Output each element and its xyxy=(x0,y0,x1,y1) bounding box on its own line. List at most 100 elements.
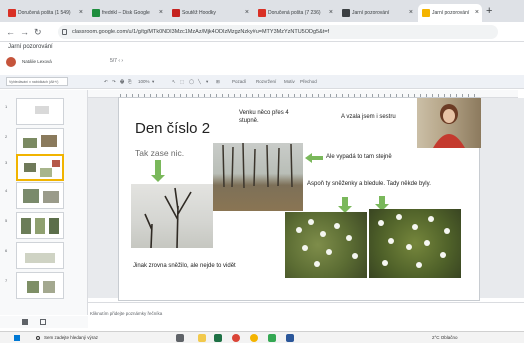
url-text: classroom.google.com/u/1/g/tg/MTk0NDI3Mz… xyxy=(72,29,330,35)
chrome-icon[interactable] xyxy=(250,334,258,342)
windows-start-icon[interactable] xyxy=(14,335,20,341)
thumbnail-image xyxy=(23,138,37,148)
cursor-icon[interactable]: ↖ xyxy=(172,78,176,86)
thumbnail-image xyxy=(43,281,55,293)
tab-label: fredrikl – Disk Google xyxy=(102,10,150,16)
line-icon[interactable]: ╲ xyxy=(198,78,201,86)
site-icon xyxy=(172,9,180,17)
copy-format-icon[interactable]: ⎘ xyxy=(128,78,132,86)
forest-photo[interactable] xyxy=(213,143,303,211)
text-ale-vypada[interactable]: Ale vypadá to tam stejně xyxy=(326,154,392,160)
green-down-arrow[interactable] xyxy=(151,160,165,182)
file-explorer-icon[interactable] xyxy=(198,334,206,342)
close-icon[interactable]: × xyxy=(329,4,333,22)
back-arrow-icon[interactable]: ← xyxy=(6,25,15,39)
forward-arrow-icon[interactable]: → xyxy=(20,25,29,39)
gmail-icon xyxy=(8,9,16,17)
close-icon[interactable]: × xyxy=(245,4,249,22)
browser-tab-bar: Doručená pošta (1 549) × fredrikl – Disk… xyxy=(0,0,524,22)
sister-photo[interactable] xyxy=(417,98,481,148)
browser-tab[interactable]: Soutěž Hoodky × xyxy=(168,4,252,22)
slide-number: 7 xyxy=(5,278,8,283)
url-field[interactable]: classroom.google.com/u/1/g/tg/MTk0NDI3Mz… xyxy=(58,25,498,39)
chrome-icon[interactable] xyxy=(232,334,240,342)
textbox-icon[interactable]: ⬚ xyxy=(180,78,184,86)
arrow-shaft xyxy=(379,196,385,204)
close-icon[interactable]: × xyxy=(475,4,479,22)
text-aspon[interactable]: Aspoň ty sněženky a bledule. Tady někde … xyxy=(307,181,431,187)
text-a-vzala[interactable]: A vzala jsem i sestru xyxy=(341,114,396,120)
browser-tab[interactable]: fredrikl – Disk Google × xyxy=(88,4,166,22)
thumbnail-image xyxy=(25,253,55,263)
snowdrops-photo[interactable] xyxy=(285,212,367,278)
theme-button[interactable]: Motiv xyxy=(284,78,295,86)
taskbar-search-field[interactable]: Sem zadejte hledaný výraz xyxy=(34,333,144,343)
browser-tab[interactable]: Jarní pozorování × xyxy=(338,4,416,22)
text-jinak[interactable]: Jinak zrovna sněžilo, ale nejde to vidět xyxy=(133,263,236,269)
redo-icon[interactable]: ↷ xyxy=(112,78,116,86)
background-button[interactable]: Pozadí xyxy=(232,78,246,86)
slides-toolbar: Vyhledávání v nabídkách (Alt+/) ↶ ↷ 🖶 ⎘ … xyxy=(0,75,524,89)
browser-tab[interactable]: Doručená pošta (1 549) × xyxy=(4,4,86,22)
slide-thumbnail[interactable] xyxy=(16,128,64,155)
close-icon[interactable]: × xyxy=(409,4,413,22)
layout-button[interactable]: Rozvržení xyxy=(256,78,276,86)
slide-thumbnail-selected[interactable] xyxy=(16,154,64,181)
slide-title[interactable]: Den číslo 2 xyxy=(135,120,210,137)
slide-thumbnail[interactable] xyxy=(16,212,64,239)
text-venku[interactable]: Venku něco přes 4 stupně. xyxy=(239,109,289,125)
arrow-head xyxy=(305,153,312,163)
shape-icon[interactable]: ◯ xyxy=(189,78,194,86)
avatar[interactable] xyxy=(6,57,16,67)
browser-tab-active[interactable]: Jarní pozorování × xyxy=(418,4,482,22)
weather-status[interactable]: 2°C Oblačno xyxy=(432,335,458,340)
undo-icon[interactable]: ↶ xyxy=(104,78,108,86)
slide-thumbnail[interactable] xyxy=(16,242,64,269)
excel-icon[interactable] xyxy=(214,334,222,342)
tree-graphic xyxy=(144,187,192,248)
slide-number: 4 xyxy=(5,188,8,193)
pager-controls[interactable]: 5/7 ‹ › xyxy=(110,58,123,64)
green-left-arrow[interactable] xyxy=(305,153,323,163)
thumbnail-image xyxy=(35,106,49,114)
menu-search-field[interactable]: Vyhledávání v nabídkách (Alt+/) xyxy=(6,77,68,86)
transition-button[interactable]: Přechod xyxy=(300,78,317,86)
slide-thumbnail[interactable] xyxy=(16,98,64,125)
word-icon[interactable] xyxy=(286,334,294,342)
user-row: Natálie Lexová 5/7 ‹ › xyxy=(0,54,524,70)
zoom-value[interactable]: 100% xyxy=(138,78,150,86)
snowdrop-flowers-graphic xyxy=(378,214,450,268)
lock-icon xyxy=(62,29,67,35)
green-down-arrow[interactable] xyxy=(338,197,352,213)
print-icon[interactable]: 🖶 xyxy=(120,78,124,86)
system-tray: 2°C Oblačno xyxy=(432,333,458,343)
tab-label: Jarní pozorování xyxy=(352,10,390,16)
slide-thumbnail[interactable] xyxy=(16,272,64,299)
chevron-down-icon[interactable]: ▾ xyxy=(206,78,208,86)
tab-label: Jarní pozorování xyxy=(432,10,470,16)
snowy-tree-photo[interactable] xyxy=(131,184,213,248)
chevron-down-icon[interactable]: ▾ xyxy=(152,78,154,86)
tab-label: Doručená pošta (7 236) xyxy=(268,10,321,16)
close-icon[interactable]: × xyxy=(79,4,83,22)
snowdrops-photo[interactable] xyxy=(369,209,461,278)
new-tab-button[interactable]: + xyxy=(486,4,492,18)
task-view-icon[interactable] xyxy=(176,334,184,342)
insert-table-icon[interactable]: ⊞ xyxy=(216,78,220,86)
arrow-shaft xyxy=(312,156,323,160)
browser-tab[interactable]: Doručená pošta (7 236) × xyxy=(254,4,336,22)
current-slide[interactable]: Den číslo 2 Tak zase nic. Venku něco pře… xyxy=(118,97,481,301)
filmstrip-view-icon[interactable] xyxy=(40,319,46,325)
store-icon[interactable] xyxy=(268,334,276,342)
address-bar-row: ← → ↻ classroom.google.com/u/1/g/tg/MTk0… xyxy=(0,22,524,42)
close-icon[interactable]: × xyxy=(159,4,163,22)
text-tak-zase-nic[interactable]: Tak zase nic. xyxy=(135,148,184,158)
slide-thumbnail[interactable] xyxy=(16,182,64,209)
grid-view-icon[interactable] xyxy=(22,319,28,325)
windows-taskbar: Sem zadejte hledaný výraz 2°C Oblačno xyxy=(0,331,524,343)
slides-icon xyxy=(422,9,430,17)
reload-icon[interactable]: ↻ xyxy=(34,25,42,39)
green-down-arrow[interactable] xyxy=(375,196,389,211)
speaker-notes[interactable]: Kliknutím přidejte poznámky řečníka xyxy=(88,302,524,324)
thumbnail-image xyxy=(43,191,59,203)
